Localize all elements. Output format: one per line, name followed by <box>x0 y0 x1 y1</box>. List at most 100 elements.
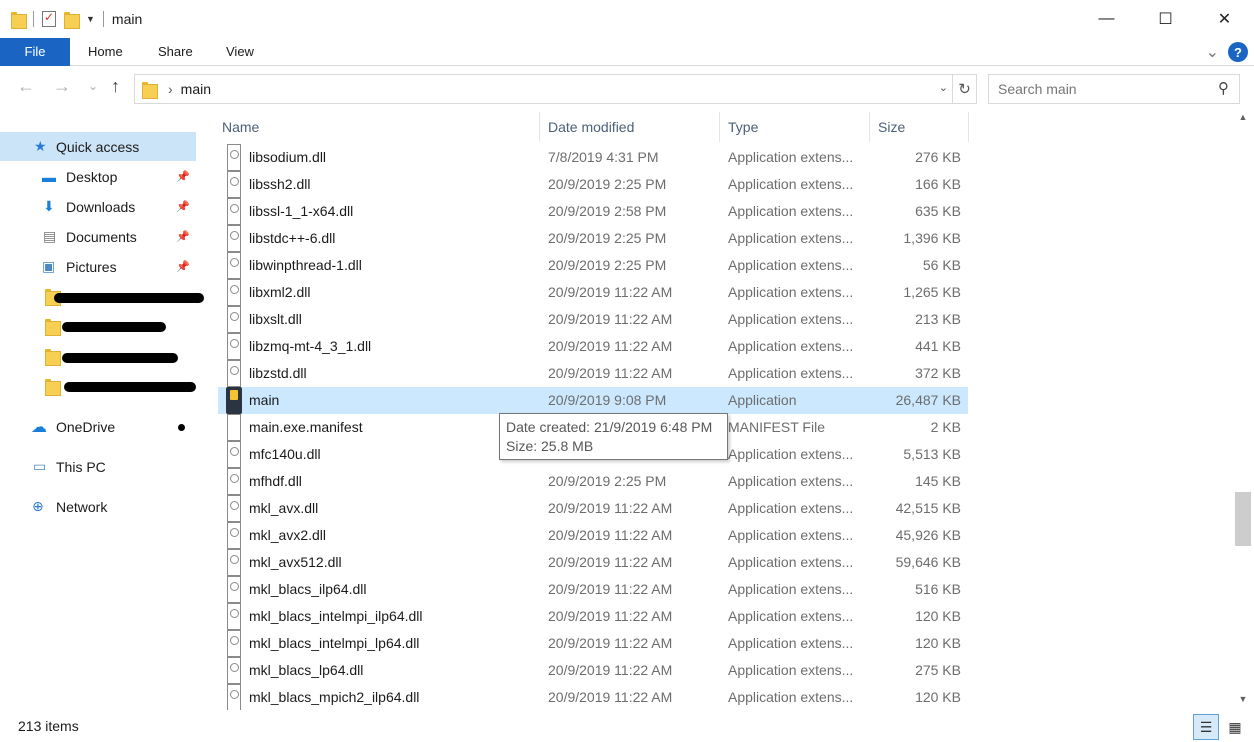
sidebar-item-redacted-3[interactable] <box>0 342 196 371</box>
file-size: 275 KB <box>915 662 961 678</box>
dll-file-icon <box>227 441 241 468</box>
column-date-modified[interactable]: Date modified <box>544 112 720 142</box>
maximize-button[interactable]: ☐ <box>1136 0 1195 38</box>
sidebar-item-this-pc[interactable]: ▭ This PC <box>0 452 196 481</box>
table-row-selected[interactable]: main 20/9/2019 9:08 PM Application 26,487 K… <box>218 387 968 414</box>
table-row[interactable]: libstdc++-6.dll 20/9/2019 2:25 PM Applicat… <box>218 225 968 252</box>
sidebar-item-onedrive[interactable]: ☁ OneDrive <box>0 412 196 441</box>
column-headers: ⌃ Name Date modified Type Size <box>218 112 1232 142</box>
table-row[interactable]: libzstd.dll 20/9/2019 11:22 AM Application… <box>218 360 968 387</box>
details-view-icon[interactable]: ☰ <box>1193 714 1219 740</box>
file-date-modified: 20/9/2019 2:25 PM <box>548 473 667 489</box>
sidebar-item-redacted-4[interactable] <box>0 372 196 401</box>
new-folder-icon[interactable] <box>64 11 80 29</box>
sidebar-item-desktop[interactable]: ▬ Desktop 📌 <box>0 162 196 191</box>
dll-file-icon <box>227 171 241 198</box>
table-row[interactable]: mkl_blacs_intelmpi_lp64.dll 20/9/2019 11:… <box>218 630 968 657</box>
forward-icon[interactable]: → <box>53 76 71 97</box>
properties-icon[interactable] <box>42 10 56 27</box>
up-icon[interactable]: ↑ <box>111 76 120 97</box>
breadcrumb-separator[interactable]: › <box>168 81 173 97</box>
sidebar-item-documents[interactable]: ▤ Documents 📌 <box>0 222 196 251</box>
close-button[interactable]: ✕ <box>1195 0 1254 38</box>
file-type: Application extens... <box>728 203 854 219</box>
tab-view[interactable]: View <box>226 38 254 66</box>
table-row[interactable]: libwinpthread-1.dll 20/9/2019 2:25 PM Appl… <box>218 252 968 279</box>
refresh-button[interactable]: ↻ <box>952 75 976 103</box>
sidebar-item-pictures[interactable]: ▣ Pictures 📌 <box>0 252 196 281</box>
file-date-modified: 7/8/2019 4:31 PM <box>548 149 659 165</box>
back-icon[interactable]: ← <box>17 76 35 97</box>
tab-file[interactable]: File <box>0 38 70 66</box>
column-type[interactable]: Type <box>724 112 870 142</box>
sidebar-item-network[interactable]: ⊕ Network <box>0 492 196 521</box>
minimize-button[interactable]: — <box>1077 0 1136 38</box>
file-name: mkl_blacs_ilp64.dll <box>249 581 367 597</box>
sync-status-icon <box>178 424 185 431</box>
file-size: 441 KB <box>915 338 961 354</box>
table-row[interactable]: mkl_blacs_intelmpi_ilp64.dll 20/9/2019 11… <box>218 603 968 630</box>
table-row[interactable]: libxml2.dll 20/9/2019 11:22 AM Application… <box>218 279 968 306</box>
breadcrumb-main[interactable]: main <box>181 81 211 97</box>
table-row[interactable]: libzmq-mt-4_3_1.dll 20/9/2019 11:22 AM App… <box>218 333 968 360</box>
toolbar-divider <box>102 11 104 27</box>
table-row[interactable]: mkl_avx512.dll 20/9/2019 11:22 AM Applicat… <box>218 549 968 576</box>
large-icons-view-icon[interactable]: ▦ <box>1222 714 1248 740</box>
table-row[interactable]: libssh2.dll 20/9/2019 2:25 PM Application … <box>218 171 968 198</box>
dll-file-icon <box>227 630 241 657</box>
folder-icon <box>45 378 61 396</box>
redaction <box>54 293 204 303</box>
table-row[interactable]: libxslt.dll 20/9/2019 11:22 AM Application… <box>218 306 968 333</box>
tab-share[interactable]: Share <box>158 38 193 66</box>
address-bar[interactable]: › main ⌄ ↻ <box>134 74 977 104</box>
table-row[interactable]: libsodium.dll 7/8/2019 4:31 PM Application… <box>218 144 968 171</box>
file-date-modified: 20/9/2019 2:25 PM <box>548 257 667 273</box>
table-row[interactable]: mkl_avx.dll 20/9/2019 11:22 AM Application… <box>218 495 968 522</box>
file-date-modified: 20/9/2019 11:22 AM <box>548 662 673 678</box>
scroll-up-icon[interactable]: ▲ <box>1232 112 1254 128</box>
sidebar-item-redacted-1[interactable] <box>0 282 204 311</box>
file-date-modified: 20/9/2019 2:25 PM <box>548 176 667 192</box>
address-dropdown-icon[interactable]: ⌄ <box>939 81 948 94</box>
pin-icon[interactable]: 📌 <box>176 170 190 183</box>
file-name: mkl_blacs_intelmpi_ilp64.dll <box>249 608 423 624</box>
scroll-thumb[interactable] <box>1235 492 1251 546</box>
table-row[interactable]: mfhdf.dll 20/9/2019 2:25 PM Application ex… <box>218 468 968 495</box>
sidebar-item-label: Quick access <box>56 138 140 155</box>
navigation-bar: ← → ⌄ ↑ › main ⌄ ↻ ⚲ <box>0 70 1254 106</box>
sidebar-item-quick-access[interactable]: ★ Quick access <box>0 132 196 161</box>
customize-toolbar-icon[interactable]: ▼ <box>86 14 95 24</box>
folder-icon <box>142 81 158 99</box>
column-size[interactable]: Size <box>874 112 969 142</box>
expand-ribbon-icon[interactable]: ⌄ <box>1206 42 1219 62</box>
help-icon[interactable]: ? <box>1228 42 1248 62</box>
dll-file-icon <box>227 576 241 603</box>
pin-icon[interactable]: 📌 <box>176 200 190 213</box>
tab-home[interactable]: Home <box>88 38 123 66</box>
sidebar-item-redacted-2[interactable] <box>0 312 196 341</box>
dll-file-icon <box>227 333 241 360</box>
file-size: 635 KB <box>915 203 961 219</box>
recent-locations-icon[interactable]: ⌄ <box>88 79 98 93</box>
pin-icon[interactable]: 📌 <box>176 230 190 243</box>
file-type: Application extens... <box>728 257 854 273</box>
table-row[interactable]: libssl-1_1-x64.dll 20/9/2019 2:58 PM Appli… <box>218 198 968 225</box>
table-row[interactable]: mkl_blacs_lp64.dll 20/9/2019 11:22 AM Appl… <box>218 657 968 684</box>
file-size: 59,646 KB <box>895 554 961 570</box>
file-name: mkl_blacs_mpich2_ilp64.dll <box>249 689 420 705</box>
search-icon[interactable]: ⚲ <box>1218 79 1229 97</box>
table-row[interactable]: mkl_avx2.dll 20/9/2019 11:22 AM Applicatio… <box>218 522 968 549</box>
ribbon-tabs: File Home Share View ⌄ ? <box>0 38 1254 66</box>
table-row[interactable]: mkl_blacs_mpich2_ilp64.dll 20/9/2019 11:2… <box>218 684 968 710</box>
dll-file-icon <box>227 198 241 225</box>
sidebar-item-downloads[interactable]: ⬇ Downloads 📌 <box>0 192 196 221</box>
vertical-scrollbar[interactable]: ▲ ▼ <box>1232 112 1254 710</box>
search-input[interactable] <box>998 81 1208 97</box>
scroll-down-icon[interactable]: ▼ <box>1232 694 1254 710</box>
redaction <box>62 353 178 363</box>
column-name[interactable]: Name <box>218 112 540 142</box>
table-row[interactable]: mkl_blacs_ilp64.dll 20/9/2019 11:22 AM App… <box>218 576 968 603</box>
search-box[interactable]: ⚲ <box>988 74 1240 104</box>
file-type: Application extens... <box>728 311 854 327</box>
pin-icon[interactable]: 📌 <box>176 260 190 273</box>
